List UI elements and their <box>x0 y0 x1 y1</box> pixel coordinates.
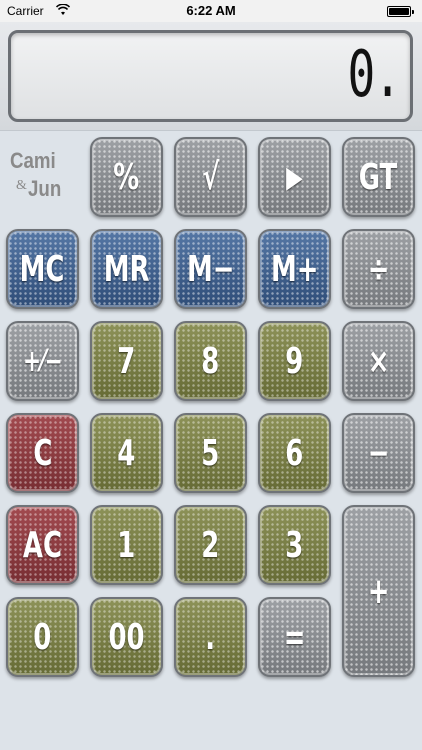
digit-3-button[interactable]: 3 <box>258 505 331 585</box>
multiply-button[interactable]: × <box>342 321 415 401</box>
status-bar: Carrier 6:22 AM <box>0 0 422 22</box>
memory-recall-button[interactable]: MR <box>90 229 163 309</box>
digit-2-button[interactable]: 2 <box>174 505 247 585</box>
play-button[interactable]: ▶ <box>258 137 331 217</box>
percent-button[interactable]: % <box>90 137 163 217</box>
plus-minus-button[interactable]: +⁄− <box>6 321 79 401</box>
calculator-display: 0. <box>8 30 413 122</box>
display-value: 0. <box>347 38 401 112</box>
clear-button[interactable]: C <box>6 413 79 493</box>
display-area: 0. <box>0 22 422 131</box>
clock: 6:22 AM <box>186 3 236 18</box>
digit-6-button[interactable]: 6 <box>258 413 331 493</box>
all-clear-button[interactable]: AC <box>6 505 79 585</box>
plus-button[interactable]: + <box>342 505 415 677</box>
digit-9-button[interactable]: 9 <box>258 321 331 401</box>
decimal-button[interactable]: . <box>174 597 247 677</box>
digit-8-button[interactable]: 8 <box>174 321 247 401</box>
digit-0-button[interactable]: 0 <box>6 597 79 677</box>
double-zero-button[interactable]: 00 <box>90 597 163 677</box>
digit-4-button[interactable]: 4 <box>90 413 163 493</box>
digit-7-button[interactable]: 7 <box>90 321 163 401</box>
memory-plus-button[interactable]: M+ <box>258 229 331 309</box>
grand-total-button[interactable]: GT <box>342 137 415 217</box>
logo-line-2: Jun <box>28 176 62 201</box>
memory-clear-button[interactable]: MC <box>6 229 79 309</box>
digit-5-button[interactable]: 5 <box>174 413 247 493</box>
digit-1-button[interactable]: 1 <box>90 505 163 585</box>
equals-button[interactable]: = <box>258 597 331 677</box>
logo-line-1: Cami <box>10 148 56 173</box>
square-root-button[interactable]: √ <box>174 137 247 217</box>
battery-icon <box>387 6 414 17</box>
memory-minus-button[interactable]: M− <box>174 229 247 309</box>
logo-ampersand: & <box>16 178 27 193</box>
app-logo: Cami & Jun <box>8 148 78 210</box>
divide-button[interactable]: ÷ <box>342 229 415 309</box>
minus-button[interactable]: − <box>342 413 415 493</box>
